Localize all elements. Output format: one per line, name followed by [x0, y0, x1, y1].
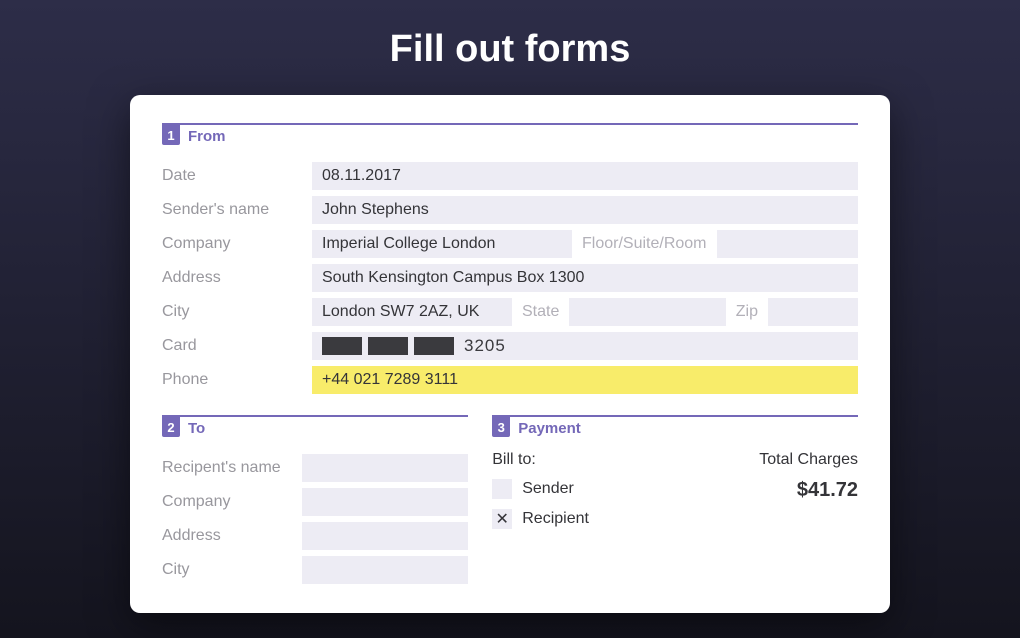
lower-columns: 2 To Recipent's name Company Address Cit… [162, 415, 858, 587]
bill-sender-label: Sender [522, 480, 574, 498]
row-card: Card 3205 [162, 329, 858, 363]
date-label: Date [162, 167, 312, 185]
section-to-title: To [188, 420, 205, 437]
bill-to-label: Bill to: [492, 451, 759, 469]
card-label: Card [162, 337, 312, 355]
form-card: 1 From Date 08.11.2017 Sender's name Joh… [130, 95, 890, 613]
section-to-number: 2 [162, 417, 180, 437]
total-charges-group: Total Charges $41.72 [759, 451, 858, 502]
section-from-number: 1 [162, 125, 180, 145]
city-label: City [162, 303, 312, 321]
section-payment-number: 3 [492, 417, 510, 437]
row-recipient: Recipent's name [162, 451, 468, 485]
to-city-field[interactable] [302, 556, 468, 584]
row-address: Address South Kensington Campus Box 1300 [162, 261, 858, 295]
row-date: Date 08.11.2017 [162, 159, 858, 193]
bill-recipient-row: ✕ Recipient [492, 509, 759, 529]
page-title: Fill out forms [390, 28, 631, 71]
payment-body: Bill to: Sender ✕ Recipient Total Charge… [492, 451, 858, 539]
sender-label: Sender's name [162, 201, 312, 219]
row-phone: Phone +44 021 7289 3111 [162, 363, 858, 397]
card-masked-segment [414, 337, 454, 355]
bill-recipient-label: Recipient [522, 510, 589, 528]
section-payment: 3 Payment Bill to: Sender ✕ Recipient [492, 415, 858, 587]
floor-field[interactable] [717, 230, 859, 258]
section-payment-title: Payment [518, 420, 581, 437]
to-company-field[interactable] [302, 488, 468, 516]
zip-field[interactable] [768, 298, 858, 326]
bill-to-group: Bill to: Sender ✕ Recipient [492, 451, 759, 539]
city-field[interactable]: London SW7 2AZ, UK [312, 298, 512, 326]
to-company-label: Company [162, 493, 302, 511]
bill-sender-row: Sender [492, 479, 759, 499]
row-city: City London SW7 2AZ, UK State Zip [162, 295, 858, 329]
total-charges-value: $41.72 [759, 479, 858, 502]
to-address-label: Address [162, 527, 302, 545]
row-company: Company Imperial College London Floor/Su… [162, 227, 858, 261]
floor-label: Floor/Suite/Room [572, 235, 717, 253]
bill-sender-checkbox[interactable] [492, 479, 512, 499]
date-field[interactable]: 08.11.2017 [312, 162, 858, 190]
address-field[interactable]: South Kensington Campus Box 1300 [312, 264, 858, 292]
row-to-city: City [162, 553, 468, 587]
card-visible-digits: 3205 [464, 336, 506, 356]
state-field[interactable] [569, 298, 725, 326]
row-to-address: Address [162, 519, 468, 553]
recipient-field[interactable] [302, 454, 468, 482]
bill-recipient-checkbox[interactable]: ✕ [492, 509, 512, 529]
card-field[interactable]: 3205 [312, 332, 858, 360]
to-city-label: City [162, 561, 302, 579]
company-field[interactable]: Imperial College London [312, 230, 572, 258]
total-charges-label: Total Charges [759, 451, 858, 469]
address-label: Address [162, 269, 312, 287]
sender-field[interactable]: John Stephens [312, 196, 858, 224]
phone-label: Phone [162, 371, 312, 389]
section-payment-header: 3 Payment [492, 415, 858, 439]
row-sender: Sender's name John Stephens [162, 193, 858, 227]
card-masked-segment [368, 337, 408, 355]
section-to-header: 2 To [162, 415, 468, 439]
section-to: 2 To Recipent's name Company Address Cit… [162, 415, 468, 587]
card-masked-segment [322, 337, 362, 355]
phone-field[interactable]: +44 021 7289 3111 [312, 366, 858, 394]
state-label: State [512, 303, 569, 321]
zip-label: Zip [726, 303, 768, 321]
company-label: Company [162, 235, 312, 253]
section-from-header: 1 From [162, 123, 858, 147]
to-address-field[interactable] [302, 522, 468, 550]
recipient-label: Recipent's name [162, 459, 302, 477]
row-to-company: Company [162, 485, 468, 519]
section-from-title: From [188, 128, 226, 145]
